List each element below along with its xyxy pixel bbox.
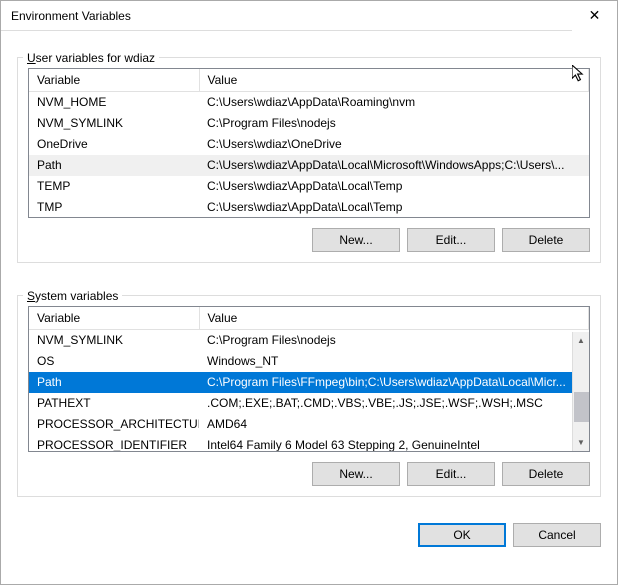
- table-row[interactable]: PathC:\Users\wdiaz\AppData\Local\Microso…: [29, 155, 589, 176]
- close-icon: ✕: [589, 7, 601, 24]
- cell-var: Path: [29, 155, 199, 176]
- table-row[interactable]: NVM_SYMLINKC:\Program Files\nodejs: [29, 113, 589, 134]
- table-row[interactable]: NVM_HOMEC:\Users\wdiaz\AppData\Roaming\n…: [29, 92, 589, 114]
- table-row[interactable]: PathC:\Program Files\FFmpeg\bin;C:\Users…: [29, 372, 589, 393]
- cell-val: Intel64 Family 6 Model 63 Stepping 2, Ge…: [199, 435, 589, 451]
- cell-var: OneDrive: [29, 134, 199, 155]
- cell-val: C:\Users\wdiaz\AppData\Local\Temp: [199, 176, 589, 197]
- table-row[interactable]: NVM_SYMLINKC:\Program Files\nodejs: [29, 330, 589, 352]
- user-delete-button[interactable]: Delete: [502, 228, 590, 252]
- cell-val: C:\Program Files\FFmpeg\bin;C:\Users\wdi…: [199, 372, 589, 393]
- table-row[interactable]: TMPC:\Users\wdiaz\AppData\Local\Temp: [29, 197, 589, 217]
- cell-val: C:\Users\wdiaz\AppData\Local\Temp: [199, 197, 589, 217]
- cell-val: Windows_NT: [199, 351, 589, 372]
- user-variables-table[interactable]: Variable Value NVM_HOMEC:\Users\wdiaz\Ap…: [28, 68, 590, 218]
- cell-var: NVM_SYMLINK: [29, 113, 199, 134]
- table-row[interactable]: OneDriveC:\Users\wdiaz\OneDrive: [29, 134, 589, 155]
- dialog-buttons-row: OK Cancel: [1, 523, 617, 559]
- user-variables-label: User variables for wdiaz: [23, 51, 159, 65]
- cell-val: C:\Users\wdiaz\OneDrive: [199, 134, 589, 155]
- system-edit-button[interactable]: Edit...: [407, 462, 495, 486]
- cell-var: TMP: [29, 197, 199, 217]
- cell-val: C:\Users\wdiaz\AppData\Roaming\nvm: [199, 92, 589, 114]
- user-new-button[interactable]: New...: [312, 228, 400, 252]
- window-title: Environment Variables: [11, 9, 572, 23]
- cell-var: PROCESSOR_ARCHITECTURE: [29, 414, 199, 435]
- scroll-up-arrow-icon[interactable]: ▲: [573, 332, 589, 349]
- table-row[interactable]: TEMPC:\Users\wdiaz\AppData\Local\Temp: [29, 176, 589, 197]
- cell-var: TEMP: [29, 176, 199, 197]
- system-variables-table[interactable]: Variable Value NVM_SYMLINKC:\Program Fil…: [28, 306, 590, 452]
- cell-var: NVM_SYMLINK: [29, 330, 199, 352]
- system-variables-group: System variables Variable Value NVM_SYML…: [17, 281, 601, 497]
- scrollbar-thumb[interactable]: [574, 392, 589, 422]
- table-row[interactable]: PATHEXT.COM;.EXE;.BAT;.CMD;.VBS;.VBE;.JS…: [29, 393, 589, 414]
- scroll-down-arrow-icon[interactable]: ▼: [573, 434, 589, 451]
- sys-col-header-val[interactable]: Value: [199, 307, 589, 330]
- system-variables-label: System variables: [23, 289, 122, 303]
- user-col-header-var[interactable]: Variable: [29, 69, 199, 92]
- cancel-button[interactable]: Cancel: [513, 523, 601, 547]
- table-row[interactable]: PROCESSOR_ARCHITECTUREAMD64: [29, 414, 589, 435]
- system-scrollbar[interactable]: ▲ ▼: [572, 332, 589, 451]
- cell-val: AMD64: [199, 414, 589, 435]
- sys-col-header-var[interactable]: Variable: [29, 307, 199, 330]
- cell-val: C:\Program Files\nodejs: [199, 330, 589, 352]
- user-buttons-row: New... Edit... Delete: [28, 228, 590, 252]
- user-col-header-val[interactable]: Value: [199, 69, 589, 92]
- cell-var: NVM_HOME: [29, 92, 199, 114]
- close-button[interactable]: ✕: [572, 1, 617, 31]
- table-row[interactable]: PROCESSOR_IDENTIFIERIntel64 Family 6 Mod…: [29, 435, 589, 451]
- cell-val: C:\Program Files\nodejs: [199, 113, 589, 134]
- system-delete-button[interactable]: Delete: [502, 462, 590, 486]
- cell-val: C:\Users\wdiaz\AppData\Local\Microsoft\W…: [199, 155, 589, 176]
- titlebar: Environment Variables ✕: [1, 1, 617, 31]
- ok-button[interactable]: OK: [418, 523, 506, 547]
- user-edit-button[interactable]: Edit...: [407, 228, 495, 252]
- cell-var: PROCESSOR_IDENTIFIER: [29, 435, 199, 451]
- system-buttons-row: New... Edit... Delete: [28, 462, 590, 486]
- cell-var: PATHEXT: [29, 393, 199, 414]
- cell-var: Path: [29, 372, 199, 393]
- system-new-button[interactable]: New...: [312, 462, 400, 486]
- user-variables-group: User variables for wdiaz Variable Value …: [17, 43, 601, 263]
- cell-val: .COM;.EXE;.BAT;.CMD;.VBS;.VBE;.JS;.JSE;.…: [199, 393, 589, 414]
- dialog-body: User variables for wdiaz Variable Value …: [1, 31, 617, 527]
- table-row[interactable]: OSWindows_NT: [29, 351, 589, 372]
- cell-var: OS: [29, 351, 199, 372]
